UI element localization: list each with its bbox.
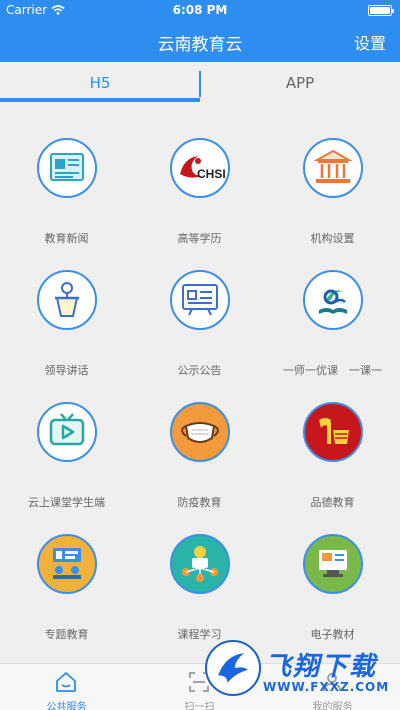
- book-course-icon: [303, 270, 363, 330]
- institution-building-icon: [303, 138, 363, 198]
- grid-item-public-notice[interactable]: 公示公告: [133, 236, 266, 377]
- tab-divider: [199, 71, 201, 97]
- grid-item-cloud-classroom-student[interactable]: 云上课堂学生端: [0, 368, 133, 509]
- newspaper-icon: [37, 138, 97, 198]
- chsi-logo-icon: CHSI: [170, 138, 230, 198]
- grid-item-course-study[interactable]: 课程学习: [133, 500, 266, 641]
- grid-item-topic-education[interactable]: 专题教育: [0, 500, 133, 641]
- grid-item-leadership-speech[interactable]: 领导讲话: [0, 236, 133, 377]
- watermark-title: 飞翔下载: [265, 652, 378, 682]
- status-time: 6:08 PM: [172, 3, 228, 17]
- grid-item-quality-course[interactable]: 一师一优课 一课一: [266, 236, 399, 377]
- tab-public-services[interactable]: 公共服务: [0, 664, 133, 710]
- face-mask-icon: [170, 402, 230, 462]
- notice-board-icon: [170, 270, 230, 330]
- e-textbook-icon: [303, 534, 363, 594]
- watermark-overlay: 飞翔下载 WWW.FXXZ.COM: [205, 640, 395, 700]
- grid-item-institution-setup[interactable]: 机构设置: [266, 104, 399, 245]
- settings-button[interactable]: 设置: [354, 30, 386, 54]
- page-title: 云南教育云: [157, 35, 243, 55]
- svg-text:CHSI: CHSI: [197, 167, 226, 181]
- grid-item-education-news[interactable]: 教育新闻: [0, 104, 133, 245]
- status-bar: Carrier 6:08 PM: [0, 0, 400, 20]
- course-study-icon: [170, 534, 230, 594]
- tab-active-indicator: [0, 98, 200, 102]
- service-grid: 教育新闻 CHSI 高等学历 机构设置 领导讲话 公示公告 一师一优课 一课一 …: [0, 104, 400, 664]
- nav-bar: 云南教育云 设置: [0, 20, 400, 62]
- grid-item-label: 专题教育: [44, 628, 89, 641]
- grid-item-epidemic-prevention[interactable]: 防疫教育: [133, 368, 266, 509]
- grid-item-e-textbook[interactable]: 电子教材: [266, 500, 399, 641]
- watermark-url: WWW.FXXZ.COM: [263, 680, 390, 694]
- home-icon: [56, 672, 76, 692]
- tab-app[interactable]: APP: [200, 62, 400, 104]
- tab-label: 公共服务: [46, 702, 87, 710]
- watermark-logo-icon: [205, 640, 261, 696]
- topic-education-icon: [37, 534, 97, 594]
- moral-education-icon: [303, 402, 363, 462]
- battery-icon: [368, 5, 394, 16]
- podium-speech-icon: [37, 270, 97, 330]
- grid-item-moral-education[interactable]: 品德教育: [266, 368, 399, 509]
- grid-item-higher-education[interactable]: CHSI 高等学历: [133, 104, 266, 245]
- tv-play-icon: [37, 402, 97, 462]
